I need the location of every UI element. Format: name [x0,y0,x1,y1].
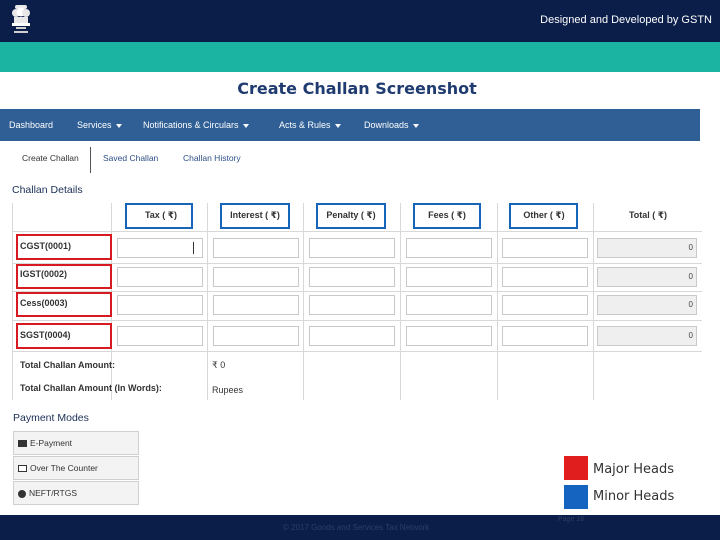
sgst-total-field: 0 [597,326,697,346]
cgst-other-input[interactable] [502,238,588,258]
tab-challan-history[interactable]: Challan History [183,153,241,163]
slide-title: Create Challan Screenshot [237,79,477,98]
major-head-highlight [16,264,112,289]
igst-penalty-input[interactable] [309,267,395,287]
cgst-penalty-input[interactable] [309,238,395,258]
main-nav: Dashboard Services Notifications & Circu… [0,109,700,141]
transfer-icon [18,489,26,498]
nav-notifications[interactable]: Notifications & Circulars [143,109,249,141]
igst-interest-input[interactable] [213,267,299,287]
developer-credit: Designed and Developed by GSTN [540,14,712,26]
tab-saved-challan[interactable]: Saved Challan [103,153,158,163]
challan-details-title: Challan Details [12,184,83,196]
major-head-highlight [16,323,112,349]
major-head-highlight [16,234,112,260]
nav-dashboard[interactable]: Dashboard [9,109,53,141]
accent-band [0,42,720,72]
payment-option-counter[interactable]: Over The Counter [13,456,139,480]
header-bar: Designed and Developed by GSTN [0,0,720,42]
sgst-fees-input[interactable] [406,326,492,346]
nav-services[interactable]: Services [77,109,122,141]
tab-create-challan[interactable]: Create Challan [22,153,79,163]
footer-copyright: © 2017 Goods and Services Tax Network [283,523,430,532]
challan-tabs: Create Challan Saved Challan Challan His… [0,143,700,173]
minor-heads-label: Minor Heads [593,489,675,504]
text-cursor [193,242,194,254]
card-icon [18,440,27,448]
minor-heads-swatch [564,485,588,509]
sgst-interest-input[interactable] [213,326,299,346]
cess-penalty-input[interactable] [309,295,395,315]
column-header: Total ( ₹) [628,210,668,220]
minor-head-highlight [125,203,193,229]
cess-other-input[interactable] [502,295,588,315]
minor-head-highlight [316,203,386,229]
nav-downloads[interactable]: Downloads [364,109,419,141]
major-head-highlight [16,292,112,317]
cess-total-field: 0 [597,295,697,315]
igst-total-field: 0 [597,267,697,287]
cgst-fees-input[interactable] [406,238,492,258]
major-heads-label: Major Heads [593,462,674,477]
cess-fees-input[interactable] [406,295,492,315]
cess-tax-input[interactable] [117,295,203,315]
major-heads-swatch [564,456,588,480]
total-amount-value: ₹ 0 [212,360,226,370]
payment-option-neft[interactable]: NEFT/RTGS [13,481,139,505]
total-words-label: Total Challan Amount (In Words): [20,383,162,393]
tab-divider [90,147,91,173]
payment-modes-title: Payment Modes [13,412,89,424]
minor-head-highlight [413,203,481,229]
sgst-penalty-input[interactable] [309,326,395,346]
cgst-tax-input[interactable] [117,238,203,258]
page-number: Page 18 [558,516,585,523]
total-words-value: Rupees [212,385,244,395]
cash-icon [18,465,27,473]
cgst-total-field: 0 [597,238,697,258]
cgst-interest-input[interactable] [213,238,299,258]
minor-head-highlight [220,203,290,229]
chevron-down-icon [412,123,419,128]
minor-head-highlight [509,203,578,229]
chevron-down-icon [334,123,341,128]
chevron-down-icon [242,123,249,128]
igst-other-input[interactable] [502,267,588,287]
sgst-tax-input[interactable] [117,326,203,346]
chevron-down-icon [115,123,122,128]
payment-option-epayment[interactable]: E-Payment [13,431,139,455]
nav-acts-rules[interactable]: Acts & Rules [279,109,341,141]
total-amount-label: Total Challan Amount: [20,360,115,370]
sgst-other-input[interactable] [502,326,588,346]
igst-fees-input[interactable] [406,267,492,287]
cess-interest-input[interactable] [213,295,299,315]
igst-tax-input[interactable] [117,267,203,287]
state-emblem-icon [12,5,30,33]
